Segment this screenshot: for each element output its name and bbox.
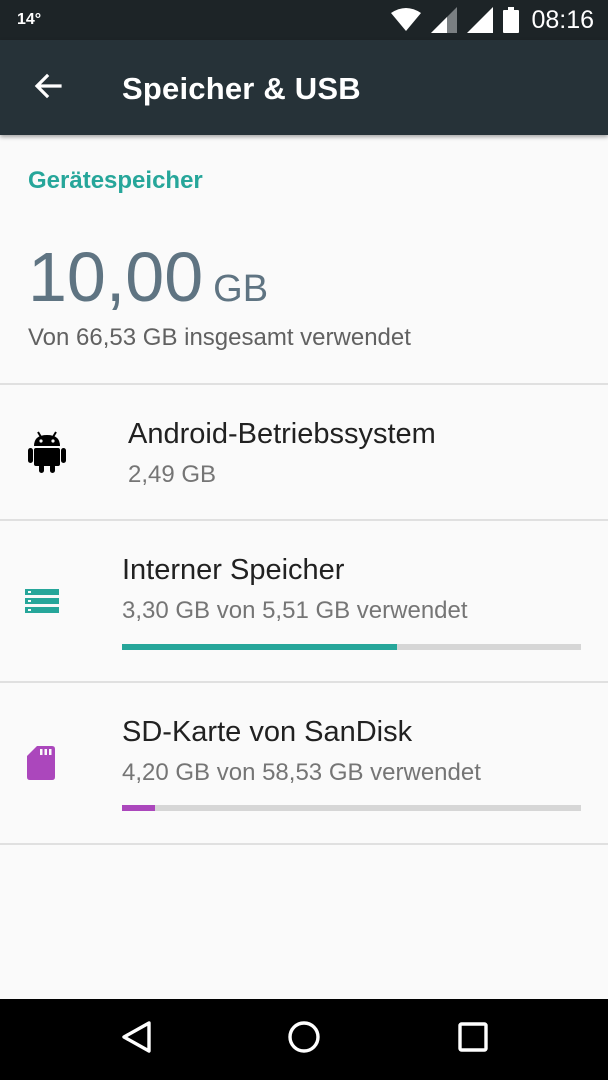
recents-square-icon [458, 1021, 488, 1057]
wifi-icon [391, 8, 422, 32]
nav-home-button[interactable] [272, 1009, 336, 1069]
usage-bar-track [122, 644, 581, 650]
storage-item-title: SD-Karte von SanDisk [122, 716, 413, 748]
total-used-unit: GB [213, 268, 269, 310]
sd-card-icon [26, 745, 56, 781]
back-triangle-icon [120, 1020, 152, 1059]
nav-back-button[interactable] [104, 1009, 168, 1069]
page-title: Speicher & USB [122, 71, 361, 106]
status-temperature: 14° [17, 11, 42, 28]
divider [0, 843, 608, 845]
android-icon [27, 431, 67, 473]
navigation-bar [0, 999, 608, 1080]
battery-icon [503, 7, 520, 33]
signal-icon [431, 7, 458, 33]
status-time: 08:16 [531, 5, 594, 34]
usage-bar-fill [122, 644, 397, 650]
back-button[interactable] [20, 64, 76, 112]
home-circle-icon [287, 1020, 321, 1059]
nav-recents-button[interactable] [441, 1009, 505, 1069]
storage-item-subtitle: 3,30 GB von 5,51 GB verwendet [122, 597, 468, 624]
storage-item-subtitle: 2,49 GB [128, 461, 217, 488]
total-used: 10,00 GB [28, 237, 268, 317]
usage-bar-track [122, 805, 581, 811]
storage-item-subtitle: 4,20 GB von 58,53 GB verwendet [122, 759, 481, 786]
total-used-caption: Von 66,53 GB insgesamt verwendet [28, 324, 411, 351]
app-toolbar: Speicher & USB [0, 40, 608, 135]
status-icons: 08:16 [391, 4, 594, 36]
total-used-value: 10,00 [28, 238, 204, 316]
storage-item-android[interactable]: Android-Betriebssystem 2,49 GB [0, 385, 608, 519]
storage-item-internal[interactable]: Interner Speicher 3,30 GB von 5,51 GB ve… [0, 521, 608, 681]
storage-item-title: Android-Betriebssystem [128, 418, 436, 450]
section-header: Gerätespeicher [28, 167, 203, 194]
status-bar: 14° 08:16 [0, 0, 608, 40]
arrow-back-icon [33, 71, 63, 106]
storage-item-title: Interner Speicher [122, 554, 345, 586]
usage-bar-fill [122, 805, 155, 811]
signal-icon [467, 7, 494, 33]
internal-storage-icon [24, 588, 60, 614]
storage-item-sd-card[interactable]: SD-Karte von SanDisk 4,20 GB von 58,53 G… [0, 683, 608, 843]
